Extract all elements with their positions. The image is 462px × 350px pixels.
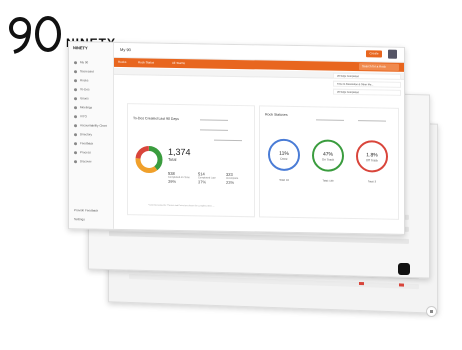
ring-on-track-total: Total: 140	[322, 179, 334, 183]
vision-icon	[74, 114, 77, 118]
todos-total-label: Total	[168, 156, 177, 162]
sidebar-item-discover[interactable]: Discover	[74, 159, 92, 163]
stat-late: 514 Completed Late 37%	[198, 171, 216, 184]
sidebar-item-process[interactable]: Process	[74, 150, 91, 154]
discover-icon	[74, 159, 77, 163]
process-icon	[74, 150, 77, 154]
rock-team-select[interactable]	[316, 113, 344, 121]
stat-pct: 37%	[198, 179, 207, 185]
sidebar-item-label: Issues	[80, 96, 89, 101]
rock-status-title: Rock Statuses	[265, 112, 288, 117]
sidebar-item-label: My 90	[80, 60, 89, 65]
sidebar-item-label: Directory	[80, 132, 93, 137]
ring-off-track-total: Total: 3	[367, 180, 377, 184]
issue-icon	[74, 96, 77, 100]
todos-total-value: 1,374	[168, 146, 191, 158]
sidebar-item-label: Discover	[80, 159, 92, 164]
sidebar-item-label: Process	[80, 150, 91, 155]
checkbox-icon	[74, 87, 77, 91]
app-screen-front: NINETY My 90 Scorecard Rocks To-Dos Issu…	[68, 41, 405, 235]
ring-off-track-label: Off Track	[366, 158, 379, 162]
ring-off-track: 1.8% Off Track	[356, 140, 388, 173]
goal-row-1[interactable]: 28 WQs Completed	[333, 72, 401, 80]
sidebar-item-label: Scorecard	[80, 69, 94, 74]
directory-icon	[74, 132, 77, 136]
stat-pct: 39%	[168, 178, 177, 184]
ring-on-track-label: On Track	[322, 157, 335, 161]
ring-done: 11% Done	[268, 138, 300, 171]
rock-status-panel: Rock Statuses 11% Done Total: 18 47% On …	[259, 105, 399, 220]
avatar[interactable]	[388, 49, 397, 59]
goal-row-2[interactable]: Time to Resolution & Other Mo...	[333, 80, 401, 88]
filter-rocks[interactable]: Rocks	[118, 60, 126, 64]
status-select[interactable]	[214, 133, 242, 142]
goal-row-3[interactable]: 28 WQs Completed	[333, 88, 401, 96]
sidebar-logo: NINETY	[73, 45, 88, 51]
sidebar-item-scorecard[interactable]: Scorecard	[74, 69, 94, 74]
filter-all-teams[interactable]: All Teams	[172, 61, 185, 65]
ninety-logo-mark-icon	[9, 16, 61, 54]
sidebar-item-label: Rocks	[80, 78, 89, 83]
rock-period-select[interactable]	[358, 114, 386, 122]
todos-donut-chart	[135, 145, 163, 173]
todos-total: 1,374 Total	[168, 147, 191, 162]
sidebar-item-feedback[interactable]: Feedback	[74, 141, 93, 145]
filter-rock-status[interactable]: Rock Status	[138, 60, 154, 64]
sidebar-item-label: Accountability Chart	[80, 123, 107, 128]
sidebar-item-accountability[interactable]: Accountability Chart	[74, 123, 107, 128]
type-select[interactable]	[200, 123, 228, 131]
ring-done-label: Done	[280, 157, 288, 161]
sidebar-item-label: To-Dos	[80, 87, 90, 92]
org-chart-icon	[74, 123, 77, 127]
stat-pct: 23%	[226, 179, 235, 185]
sidebar: NINETY My 90 Scorecard Rocks To-Dos Issu…	[69, 42, 114, 229]
sidebar-item-label: Meetings	[80, 105, 93, 110]
sidebar-item-my90[interactable]: My 90	[74, 60, 88, 64]
sidebar-item-todos[interactable]: To-Dos	[74, 87, 90, 91]
scroll-circle-icon[interactable]	[426, 306, 437, 317]
feedback-icon	[74, 141, 77, 145]
sidebar-item-label: Feedback	[80, 141, 94, 146]
team-select[interactable]	[200, 113, 228, 121]
create-button[interactable]: Create	[366, 50, 382, 58]
sidebar-item-rocks[interactable]: Rocks	[74, 78, 88, 82]
rock-icon	[74, 78, 77, 82]
todos-panel-title: To-Dos Created Last 90 Days	[133, 116, 179, 121]
search-input[interactable]: Search for a Rock	[359, 63, 399, 71]
settings-link[interactable]: Settings	[74, 217, 85, 221]
meeting-icon	[74, 105, 77, 109]
home-icon	[74, 60, 77, 64]
page-title: My 90	[120, 46, 131, 53]
stat-incomplete: 323 Incomplete 23%	[226, 172, 238, 185]
todos-panel: To-Dos Created Last 90 Days 1,374 Total …	[127, 103, 255, 218]
video-control-icon[interactable]	[398, 263, 410, 275]
sidebar-item-label: V/TO	[80, 114, 87, 119]
scorecard-icon	[74, 69, 77, 73]
sidebar-item-directory[interactable]: Directory	[74, 132, 92, 136]
ring-done-total: Total: 18	[279, 178, 289, 182]
sidebar-item-issues[interactable]: Issues	[74, 96, 89, 100]
sidebar-item-meetings[interactable]: Meetings	[74, 105, 92, 109]
ring-on-track: 47% On Track	[312, 139, 344, 172]
sidebar-item-vto[interactable]: V/TO	[74, 114, 87, 118]
stat-on-time: 538 Completed on Time 39%	[168, 171, 190, 184]
provide-feedback-link[interactable]: Provide Feedback	[74, 208, 98, 212]
footnote: * Data Generated for Themes and Period a…	[148, 204, 215, 208]
